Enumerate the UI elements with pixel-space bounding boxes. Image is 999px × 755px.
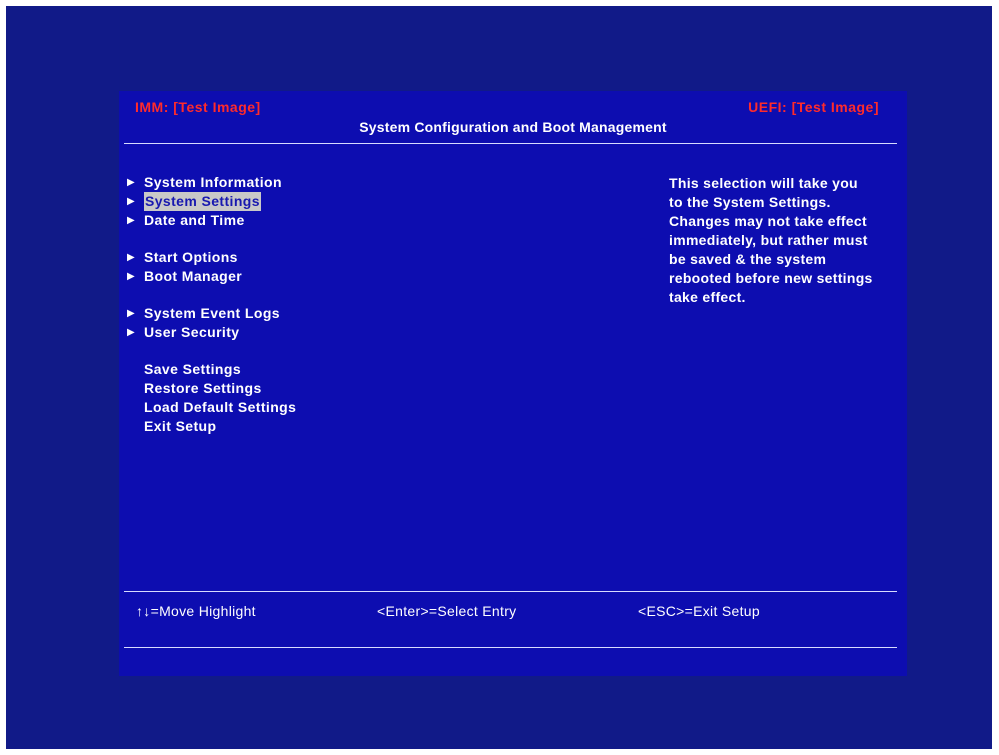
submenu-arrow-icon: ▶	[127, 308, 136, 319]
uefi-version-label: UEFI: [Test Image]	[748, 99, 879, 115]
menu-item-label: Date and Time	[144, 212, 245, 228]
footer-hint-move: ↑↓=Move Highlight	[136, 603, 256, 619]
menu-item-label: Save Settings	[144, 361, 242, 377]
submenu-arrow-icon: ▶	[127, 252, 136, 263]
submenu-arrow-icon: ▶	[127, 215, 136, 226]
menu-item-start-options[interactable]: ▶ Start Options	[127, 248, 457, 267]
menu-item-save-settings[interactable]: Save Settings	[127, 360, 457, 379]
menu-item-system-event-logs[interactable]: ▶ System Event Logs	[127, 304, 457, 323]
menu-item-label: System Information	[144, 174, 282, 190]
menu-item-label: System Event Logs	[144, 305, 280, 321]
menu-item-system-information[interactable]: ▶ System Information	[127, 173, 457, 192]
menu-item-system-settings[interactable]: ▶ System Settings	[127, 192, 457, 211]
imm-version-label: IMM: [Test Image]	[135, 99, 261, 115]
menu-item-boot-manager[interactable]: ▶ Boot Manager	[127, 267, 457, 286]
help-text-line: This selection will take you	[669, 175, 858, 191]
menu-item-date-and-time[interactable]: ▶ Date and Time	[127, 211, 457, 230]
submenu-arrow-icon: ▶	[127, 271, 136, 282]
help-text-line: Changes may not take effect	[669, 213, 867, 229]
menu-spacer	[127, 230, 457, 248]
page-title: System Configuration and Boot Management	[359, 119, 667, 135]
menu-item-label: Exit Setup	[144, 418, 217, 434]
menu-item-label: Boot Manager	[144, 268, 243, 284]
help-text: This selection will take you to the Syst…	[669, 174, 899, 307]
footer-hint-exit: <ESC>=Exit Setup	[638, 603, 760, 619]
help-text-line: immediately, but rather must	[669, 232, 868, 248]
main-menu: ▶ System Information ▶ System Settings ▶…	[127, 173, 457, 436]
help-text-line: be saved & the system	[669, 251, 827, 267]
bottom-divider	[124, 647, 897, 648]
help-text-line: to the System Settings.	[669, 194, 831, 210]
menu-item-label: Restore Settings	[144, 380, 262, 396]
setup-panel: IMM: [Test Image] UEFI: [Test Image] Sys…	[119, 91, 907, 676]
bios-screen: IMM: [Test Image] UEFI: [Test Image] Sys…	[6, 6, 992, 749]
menu-spacer	[127, 286, 457, 304]
header-divider	[124, 143, 897, 144]
help-text-line: rebooted before new settings	[669, 270, 873, 286]
submenu-arrow-icon: ▶	[127, 327, 136, 338]
menu-item-restore-settings[interactable]: Restore Settings	[127, 379, 457, 398]
menu-item-exit-setup[interactable]: Exit Setup	[127, 417, 457, 436]
footer-divider	[124, 591, 897, 592]
footer-hint-select: <Enter>=Select Entry	[377, 603, 517, 619]
menu-item-label: System Settings	[144, 192, 261, 211]
menu-item-user-security[interactable]: ▶ User Security	[127, 323, 457, 342]
menu-item-label: Start Options	[144, 249, 238, 265]
submenu-arrow-icon: ▶	[127, 196, 136, 207]
submenu-arrow-icon: ▶	[127, 177, 136, 188]
menu-spacer	[127, 342, 457, 360]
menu-item-load-default-settings[interactable]: Load Default Settings	[127, 398, 457, 417]
menu-item-label: User Security	[144, 324, 240, 340]
menu-item-label: Load Default Settings	[144, 399, 297, 415]
help-text-line: take effect.	[669, 289, 746, 305]
